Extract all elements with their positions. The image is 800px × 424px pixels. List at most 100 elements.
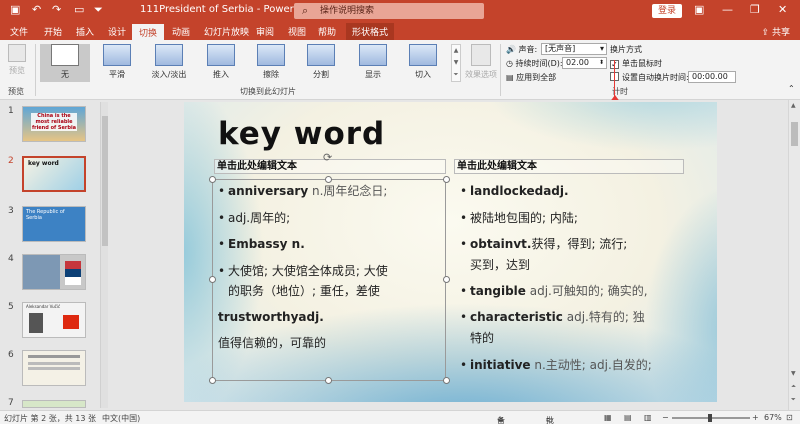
zoom-out-icon[interactable]: − xyxy=(662,413,669,422)
scrollbar-thumb[interactable] xyxy=(791,122,798,146)
minimize-icon[interactable]: — xyxy=(722,3,733,16)
resize-handle[interactable] xyxy=(443,176,450,183)
canvas-scrollbar[interactable]: ▲ ▼ ⏶ ⏷ xyxy=(788,100,800,410)
transition-none[interactable]: 无 xyxy=(40,44,90,82)
thumbnail-slide-5[interactable]: Aleksandar Vučić xyxy=(22,302,86,338)
transition-morph-icon xyxy=(103,44,131,66)
transition-cut-icon xyxy=(409,44,437,66)
thumbnail-slide-6[interactable] xyxy=(22,350,86,386)
scroll-down-icon[interactable]: ▼ xyxy=(791,370,796,377)
spinner-icon: ⬍ xyxy=(598,59,604,66)
thumbnail-text-line xyxy=(28,355,80,358)
apply-all-button[interactable]: ▤ 应用到全部 xyxy=(506,72,556,83)
thumbnail-slide-3[interactable]: The Republic of Serbia xyxy=(22,206,86,242)
resize-handle[interactable] xyxy=(443,276,450,283)
slide-title[interactable]: key word xyxy=(218,116,385,152)
left-bullet-1: • anniversary n.周年纪念日; xyxy=(218,184,388,198)
thumbnail-number: 6 xyxy=(8,350,14,360)
redo-icon[interactable]: ↷ xyxy=(52,3,61,16)
transition-wipe-icon xyxy=(257,44,285,66)
close-icon[interactable]: ✕ xyxy=(778,3,787,16)
tab-animations[interactable]: 动画 xyxy=(172,25,190,38)
ribbon-panel: 预览 预览 无 平滑 淡入/淡出 推入 擦除 分割 显示 切入 ▲ ▼ ⏷ 效果选项… xyxy=(0,40,800,100)
right-header-placeholder[interactable]: 单击此处编辑文本 xyxy=(454,159,684,174)
duration-label: ◷ 持续时间(D): xyxy=(506,59,563,68)
slide-sorter-icon[interactable]: ▤ xyxy=(624,413,632,422)
share-label: 共享 xyxy=(771,28,790,38)
rotate-handle-icon[interactable]: ⟳ xyxy=(323,151,332,164)
transition-fade[interactable]: 淡入/淡出 xyxy=(144,44,194,80)
restore-icon[interactable]: ❐ xyxy=(750,3,760,16)
after-time-input[interactable]: 00:00.00 xyxy=(688,71,736,83)
on-click-option[interactable]: ✓单击鼠标时 xyxy=(610,58,662,69)
tab-view[interactable]: 视图 xyxy=(288,25,306,38)
transition-reveal[interactable]: 显示 xyxy=(348,44,398,80)
gallery-scroll[interactable]: ▲ ▼ ⏷ xyxy=(451,44,461,82)
previous-slide-icon[interactable]: ⏶ xyxy=(791,383,796,391)
thumbnail-slide-1[interactable]: China is the most reliable friend of Ser… xyxy=(22,106,86,142)
tab-design[interactable]: 设计 xyxy=(108,25,126,38)
transition-push[interactable]: 推入 xyxy=(196,44,246,80)
zoom-slider-thumb[interactable] xyxy=(708,414,712,422)
next-slide-icon[interactable]: ⏷ xyxy=(791,396,796,404)
thumbnail-slide-2[interactable]: key word xyxy=(22,156,86,192)
tab-review[interactable]: 审阅 xyxy=(256,25,274,38)
thumbnail-number: 2 xyxy=(8,156,14,166)
resize-handle[interactable] xyxy=(209,276,216,283)
scroll-up-icon[interactable]: ▲ xyxy=(791,102,796,109)
effect-options-button[interactable]: 效果选项 xyxy=(462,44,500,80)
transition-wipe[interactable]: 擦除 xyxy=(246,44,296,80)
clock-icon: ◷ xyxy=(506,59,513,68)
scrollbar-thumb[interactable] xyxy=(102,116,108,246)
watercolor-decoration xyxy=(484,102,717,152)
login-button[interactable]: 登录 xyxy=(652,4,682,18)
tab-transitions[interactable]: 切换 xyxy=(132,24,165,40)
transition-cut[interactable]: 切入 xyxy=(398,44,448,80)
undo-icon[interactable]: ↶ xyxy=(32,3,41,16)
collapse-ribbon-icon[interactable]: ⌃ xyxy=(788,84,795,93)
preview-group-label: 预览 xyxy=(8,87,24,96)
tab-help[interactable]: 帮助 xyxy=(318,25,336,38)
share-button[interactable]: ⇪ 共享 xyxy=(762,25,790,38)
zoom-slider[interactable] xyxy=(672,414,750,422)
preview-button[interactable]: 预览 xyxy=(0,44,34,76)
reading-view-icon[interactable]: ▥ xyxy=(644,413,652,422)
thumbnail-number: 4 xyxy=(8,254,14,264)
tab-file[interactable]: 文件 xyxy=(10,25,28,38)
resize-handle[interactable] xyxy=(325,377,332,384)
ribbon-separator xyxy=(35,44,36,96)
customize-qa-icon[interactable]: ⏷ xyxy=(94,3,103,17)
sound-select[interactable]: [无声音] ▾ xyxy=(541,43,607,55)
ribbon-display-icon[interactable]: ▣ xyxy=(694,3,704,16)
transition-cut-label: 切入 xyxy=(415,70,431,79)
zoom-level[interactable]: 67% xyxy=(764,413,782,422)
present-icon[interactable]: ▭ xyxy=(74,3,84,16)
duration-spinner[interactable]: 02.00 ⬍ xyxy=(562,57,607,69)
thumbnail-slide-7[interactable] xyxy=(22,400,86,408)
resize-handle[interactable] xyxy=(209,176,216,183)
resize-handle[interactable] xyxy=(209,377,216,384)
sound-icon: 🔊 xyxy=(506,45,516,54)
thumbnail-number: 7 xyxy=(8,398,14,408)
thumbnail-text-line xyxy=(28,362,80,365)
after-time-option[interactable]: 设置自动换片时间: xyxy=(610,72,689,83)
tab-home[interactable]: 开始 xyxy=(44,25,62,38)
current-slide[interactable]: key word 单击此处编辑文本 单击此处编辑文本 ⟳ • anniversar… xyxy=(184,102,717,402)
language-indicator[interactable]: 中文(中国) xyxy=(102,413,140,424)
transition-split-label: 分割 xyxy=(313,70,329,79)
thumbnail-slide-4[interactable] xyxy=(22,254,86,290)
normal-view-icon[interactable]: ▦ xyxy=(604,413,612,422)
preview-icon xyxy=(8,44,26,62)
apply-all-icon: ▤ xyxy=(506,73,514,82)
fit-slide-icon[interactable]: ⊡ xyxy=(786,413,793,422)
tab-shape-format[interactable]: 形状格式 xyxy=(346,23,395,40)
transition-split[interactable]: 分割 xyxy=(296,44,346,80)
resize-handle[interactable] xyxy=(443,377,450,384)
search-box[interactable]: ⌕ 操作说明搜索 xyxy=(294,3,484,19)
transition-morph[interactable]: 平滑 xyxy=(92,44,142,80)
save-icon[interactable]: ▣ xyxy=(10,3,20,16)
tab-insert[interactable]: 插入 xyxy=(76,25,94,38)
thumbnail-scrollbar[interactable] xyxy=(100,102,108,408)
tab-slideshow[interactable]: 幻灯片放映 xyxy=(204,25,249,38)
zoom-in-icon[interactable]: + xyxy=(752,413,759,422)
